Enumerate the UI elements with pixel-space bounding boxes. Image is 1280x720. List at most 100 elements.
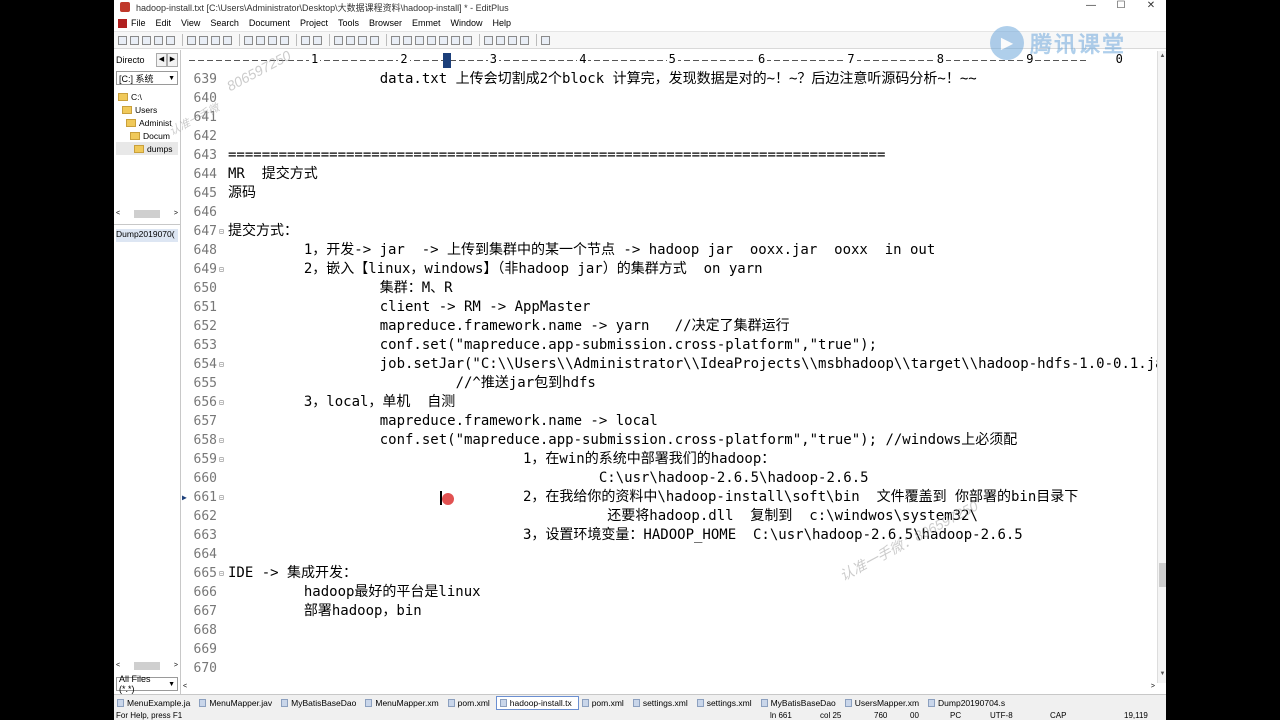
tab[interactable]: pom.xml: [579, 696, 630, 710]
vertical-scrollbar[interactable]: ▲ ▼: [1157, 51, 1166, 683]
scroll-left-icon[interactable]: <: [183, 683, 187, 690]
fold-toggle-icon[interactable]: ⊟: [219, 564, 224, 583]
editor-line[interactable]: 659 ⊟ 1，在win的系统中部署我们的hadoop：: [181, 450, 1157, 469]
file-list-scrollbar[interactable]: < >: [116, 660, 178, 671]
scroll-left-icon[interactable]: <: [116, 210, 120, 217]
undo-icon[interactable]: [301, 35, 310, 45]
browser-icon[interactable]: [223, 35, 232, 45]
editor-line[interactable]: 662 还要将hadoop.dll 复制到 c:\windwos\system3…: [181, 507, 1157, 526]
menu-help[interactable]: Help: [493, 18, 512, 28]
window-tile-icon[interactable]: [496, 35, 505, 45]
scroll-left-icon[interactable]: <: [116, 662, 120, 669]
editor-line[interactable]: 651 client -> RM -> AppMaster: [181, 298, 1157, 317]
menu-window[interactable]: Window: [451, 18, 483, 28]
editor-line[interactable]: 639 data.txt 上传会切割成2个block 计算完，发现数据是对的~！…: [181, 70, 1157, 89]
editor-line[interactable]: 648 1，开发-> jar -> 上传到集群中的某一个节点 -> hadoop…: [181, 241, 1157, 260]
save-all-icon[interactable]: [154, 35, 163, 45]
scroll-up-icon[interactable]: ▲: [1158, 53, 1166, 63]
tab[interactable]: Dump20190704.s: [925, 696, 1011, 710]
editor-line[interactable]: 670: [181, 659, 1157, 678]
copy-icon[interactable]: [256, 35, 265, 45]
window-list-icon[interactable]: [520, 35, 529, 45]
hex-icon[interactable]: [403, 35, 412, 45]
scroll-thumb[interactable]: [134, 209, 160, 218]
editor-line[interactable]: 647 ⊟ 提交方式：: [181, 222, 1157, 241]
tree-node[interactable]: Users: [116, 103, 178, 116]
scroll-right-icon[interactable]: >: [174, 210, 178, 217]
editor-line[interactable]: 649 ⊟ 2，嵌入【linux，windows】（非hadoop jar）的集群…: [181, 260, 1157, 279]
fold-toggle-icon[interactable]: ⊟: [219, 222, 224, 241]
tab[interactable]: settings.xml: [694, 696, 758, 710]
close-button[interactable]: ✕: [1136, 0, 1166, 14]
editor-line[interactable]: 666 hadoop最好的平台是linux: [181, 583, 1157, 602]
save-icon[interactable]: [142, 35, 151, 45]
word-wrap-icon[interactable]: [427, 35, 436, 45]
help-icon[interactable]: [541, 35, 550, 45]
tab[interactable]: UsersMapper.xm: [842, 696, 925, 710]
spellcheck-icon[interactable]: [211, 35, 220, 45]
menu-emmet[interactable]: Emmet: [412, 18, 441, 28]
find-in-files-icon[interactable]: [358, 35, 367, 45]
tab-active[interactable]: hadoop-install.tx: [495, 696, 579, 710]
window-cascade-icon[interactable]: [484, 35, 493, 45]
prev-arrow-icon[interactable]: ◀: [156, 53, 167, 67]
text-editor[interactable]: 639 data.txt 上传会切割成2个block 计算完，发现数据是对的~！…: [181, 70, 1157, 694]
editor-line[interactable]: ▶ 661 ⊟ 2，在我给你的资料中\hadoop-install\soft\bin…: [181, 488, 1157, 507]
settings-icon[interactable]: [463, 35, 472, 45]
editor-line[interactable]: 641: [181, 108, 1157, 127]
file-filter-select[interactable]: All Files (*.*) ▼: [116, 674, 178, 694]
scroll-down-icon[interactable]: ▼: [1158, 671, 1166, 681]
fold-toggle-icon[interactable]: ⊟: [219, 431, 224, 450]
editor-line[interactable]: 653 conf.set("mapreduce.app-submission.c…: [181, 336, 1157, 355]
editor-line[interactable]: 643 =====================================…: [181, 146, 1157, 165]
editor-line[interactable]: 667 部署hadoop，bin: [181, 602, 1157, 621]
paste-icon[interactable]: [268, 35, 277, 45]
file-list-item[interactable]: Dump2019070(: [116, 229, 178, 242]
menu-document[interactable]: Document: [249, 18, 290, 28]
editor-line[interactable]: 646: [181, 203, 1157, 222]
editor-line[interactable]: 654 ⊟ job.setJar("C:\\Users\\Administrato…: [181, 355, 1157, 374]
tab[interactable]: MenuMapper.xm: [362, 696, 444, 710]
goto-icon[interactable]: [370, 35, 379, 45]
tab[interactable]: MyBatisBaseDao: [278, 696, 362, 710]
tab[interactable]: settings.xml: [630, 696, 694, 710]
ftp-icon[interactable]: [166, 35, 175, 45]
editor-line[interactable]: 664: [181, 545, 1157, 564]
menu-tools[interactable]: Tools: [338, 18, 359, 28]
column-icon[interactable]: [451, 35, 460, 45]
editor-line[interactable]: 644 MR 提交方式: [181, 165, 1157, 184]
print-preview-icon[interactable]: [199, 35, 208, 45]
editor-line[interactable]: 656 ⊟ 3，local，单机 自测: [181, 393, 1157, 412]
next-arrow-icon[interactable]: ▶: [167, 53, 178, 67]
horizontal-scrollbar[interactable]: < >: [181, 683, 1157, 693]
menu-edit[interactable]: Edit: [156, 18, 172, 28]
menu-search[interactable]: Search: [210, 18, 239, 28]
drive-select[interactable]: [C:] 系统 ▼: [116, 71, 178, 85]
fold-toggle-icon[interactable]: ⊟: [219, 450, 224, 469]
fold-toggle-icon[interactable]: ⊟: [219, 488, 224, 507]
minimize-button[interactable]: —: [1076, 0, 1106, 14]
editor-line[interactable]: 642: [181, 127, 1157, 146]
window-split-icon[interactable]: [508, 35, 517, 45]
editor-line[interactable]: 650 集群：M、R: [181, 279, 1157, 298]
editor-line[interactable]: 669: [181, 640, 1157, 659]
scroll-thumb[interactable]: [1159, 563, 1166, 587]
editor-line[interactable]: 645 源码: [181, 184, 1157, 203]
tree-node[interactable]: dumps: [116, 142, 178, 155]
scroll-right-icon[interactable]: >: [174, 662, 178, 669]
redo-icon[interactable]: [313, 35, 322, 45]
menu-view[interactable]: View: [181, 18, 200, 28]
menu-browser[interactable]: Browser: [369, 18, 402, 28]
cut-icon[interactable]: [244, 35, 253, 45]
tab[interactable]: pom.xml: [445, 696, 496, 710]
scroll-right-icon[interactable]: >: [1151, 683, 1155, 690]
editor-line[interactable]: 668: [181, 621, 1157, 640]
editor-line[interactable]: 652 mapreduce.framework.name -> yarn //决…: [181, 317, 1157, 336]
tree-scrollbar[interactable]: < >: [116, 208, 178, 219]
open-file-icon[interactable]: [130, 35, 139, 45]
editor-line[interactable]: 658 ⊟ conf.set("mapreduce.app-submission.…: [181, 431, 1157, 450]
editor-line[interactable]: 663 3，设置环境变量：HADOOP_HOME C:\usr\hadoop-2…: [181, 526, 1157, 545]
fold-toggle-icon[interactable]: ⊟: [219, 260, 224, 279]
scroll-thumb[interactable]: [134, 661, 160, 670]
menu-project[interactable]: Project: [300, 18, 328, 28]
